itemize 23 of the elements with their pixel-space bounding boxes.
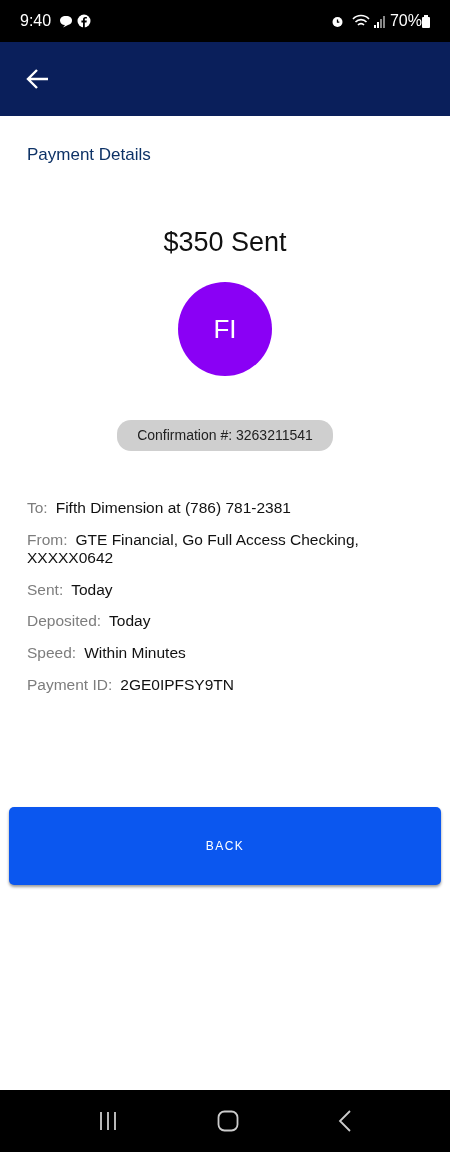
home-icon[interactable]	[217, 1110, 239, 1132]
back-button[interactable]: BACK	[9, 807, 441, 886]
detail-row-text: To: Fifth Dimension at (786) 781-2381	[27, 499, 292, 518]
confirmation-number: Confirmation #: 3263211541	[117, 420, 333, 451]
chat-icon	[59, 14, 74, 28]
amount-heading: $350 Sent	[162, 225, 288, 259]
detail-row-text: Deposited: Today	[27, 612, 152, 631]
detail-row-text: Speed: Within Minutes	[27, 643, 187, 663]
avatar-initials: FI	[178, 282, 272, 376]
status-time: 9:40	[20, 11, 52, 31]
battery-icon	[422, 14, 430, 28]
back-arrow-icon[interactable]	[26, 68, 50, 90]
battery-percent: 70%	[389, 11, 422, 31]
facebook-icon	[77, 14, 92, 28]
wifi-icon	[351, 14, 370, 28]
signal-icon	[373, 14, 386, 28]
detail-row-text: Sent: Today	[27, 580, 114, 600]
page-title: Payment Details	[27, 144, 152, 166]
back-nav-icon[interactable]	[338, 1110, 353, 1132]
alarm-icon	[330, 14, 344, 28]
detail-row-text: Payment ID: 2GE0IPFSY9TN	[27, 675, 235, 695]
recent-apps-icon[interactable]	[97, 1111, 118, 1131]
detail-row-text: From: GTE Financial, Go Full Access Checking, XXXXX0642	[27, 530, 360, 568]
